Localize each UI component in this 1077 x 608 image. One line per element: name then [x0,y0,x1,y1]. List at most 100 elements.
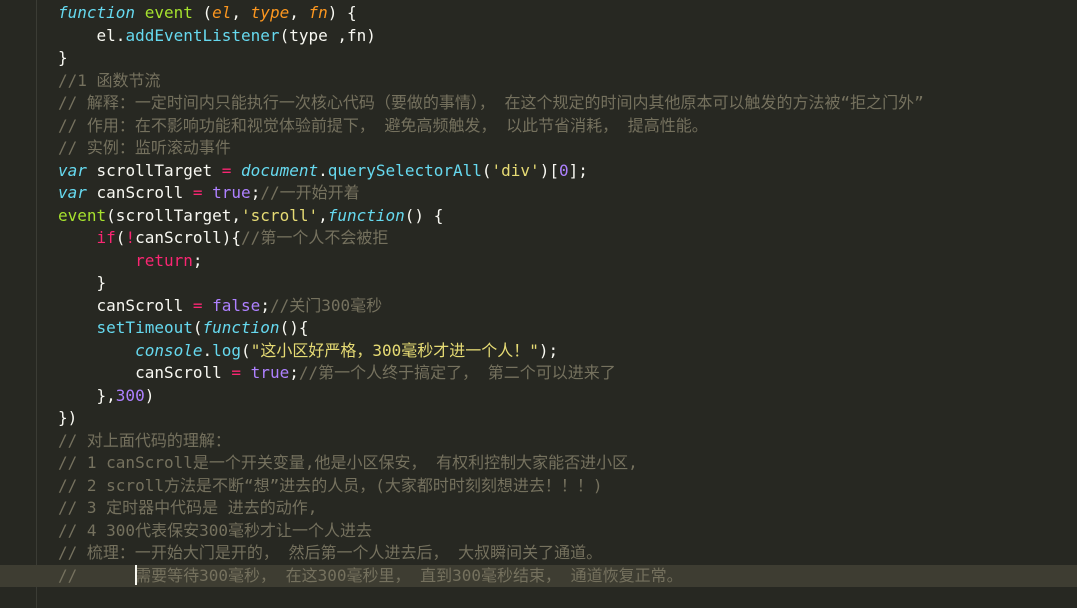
code-token: // 梳理：一开始大门是开的， 然后第一个人进去后， 大叔瞬间关了通道。 [58,543,603,562]
code-token: // 3 定时器中代码是 进去的动作, [58,498,318,517]
code-token: var [58,160,87,180]
code-token: addEventListener [125,25,280,45]
code-line[interactable]: // 2 scroll方法是不断“想”进去的人员，(大家都时时刻刻想进去！！！) [58,475,1077,498]
code-editor[interactable]: function event (el, type, fn) { el.addEv… [0,2,1077,587]
code-token: 0 [558,160,569,180]
code-line[interactable]: // 4 300代表保安300毫秒才让一个人进去 [58,520,1077,543]
code-token: (type ,fn) [279,25,376,45]
text-cursor [135,565,138,585]
code-line[interactable]: var scrollTarget = document.querySelecto… [58,160,1077,183]
code-line[interactable]: // 解释：一定时间内只能执行一次核心代码（要做的事情）， 在这个规定的时间内其… [58,92,1077,115]
code-token: (scrollTarget, [106,205,242,225]
code-line[interactable]: function event (el, type, fn) { [58,2,1077,25]
code-token: if [96,228,116,247]
code-line[interactable]: },300) [58,385,1077,408]
code-token: //关门300毫秒 [269,295,383,315]
code-token: 'scroll' [241,205,319,225]
code-token: //第一个人不会被拒 [241,228,389,247]
code-token: ); [538,340,559,360]
code-token: log [212,340,242,360]
code-token: }) [58,408,78,427]
code-token: // 作用：在不影响功能和视觉体验前提下， 避免高频触发， 以此节省消耗， 提高… [58,115,708,135]
code-token: ; [289,363,299,382]
code-token: type [250,3,290,22]
code-token: var [58,183,87,202]
code-line[interactable]: // 3 定时器中代码是 进去的动作, [58,497,1077,520]
code-token: el. [58,25,126,45]
code-token: true [212,183,251,202]
code-token: scrollTarget [86,160,222,180]
code-token: function [58,3,136,22]
code-token: function [202,318,280,337]
code-line[interactable]: // 实例：监听滚动事件 [58,137,1077,160]
code-line[interactable]: // 1 canScroll是一个开关变量,他是小区保安， 有权利控制大家能否进… [58,452,1077,475]
code-token: // [58,565,136,585]
code-token: . [318,160,328,180]
code-token: //一开始开着 [260,183,360,202]
code-line[interactable]: event(scrollTarget,'scroll',function() { [58,205,1077,228]
code-line[interactable]: // 需要等待300毫秒， 在这300毫秒里， 直到300毫秒结束， 通道恢复正… [0,564,1077,587]
code-token: // 4 300代表保安300毫秒才让一个人进去 [58,520,372,540]
code-token: // 2 scroll方法是不断“想”进去的人员，(大家都时时刻刻想进去！！！) [58,475,603,495]
code-token: 300 [115,385,145,405]
code-line[interactable]: // 梳理：一开始大门是开的， 然后第一个人进去后， 大叔瞬间关了通道。 [58,542,1077,565]
code-token: } [58,48,68,67]
code-token: , [289,3,309,22]
code-token: //第一个人终于搞定了， 第二个可以进来了 [298,363,616,382]
code-token: event [144,3,193,22]
code-line[interactable]: canScroll = false;//关门300毫秒 [58,295,1077,318]
code-line[interactable]: }) [58,407,1077,430]
code-token: // 实例：监听滚动事件 [58,138,231,157]
code-token: // 对上面代码的理解： [58,430,231,450]
code-token: false [212,295,261,315]
code-line[interactable]: canScroll = true;//第一个人终于搞定了， 第二个可以进来了 [58,362,1077,385]
code-token: // 解释：一定时间内只能执行一次核心代码（要做的事情）， 在这个规定的时间内其… [58,93,924,112]
code-line[interactable]: console.log("这小区好严格，300毫秒才进一个人！"); [58,340,1077,363]
code-token: true [250,363,290,382]
code-token: console [135,340,203,360]
code-line[interactable]: var canScroll = true;//一开始开着 [58,182,1077,205]
code-token: ; [260,295,270,315]
code-token: //1 函数节流 [58,70,161,90]
code-line[interactable]: } [58,47,1077,70]
code-token: function [327,205,405,225]
code-token: return [135,250,193,270]
code-token: canScroll [86,183,193,202]
code-token: = [192,183,203,202]
code-token: ! [125,228,136,247]
code-token: // 1 canScroll是一个开关变量,他是小区保安， 有权利控制大家能否进… [58,453,638,472]
code-token: = [231,363,242,382]
code-token: }, [58,385,116,405]
code-token: ( [192,318,203,337]
code-token: ( [481,160,492,180]
code-token: = [192,295,203,315]
code-line[interactable]: return; [58,250,1077,273]
code-token: 'div' [491,160,540,180]
code-token: ( [115,228,126,247]
code-line[interactable]: } [58,272,1077,295]
code-token: event [58,205,107,225]
code-token: ( [241,340,251,360]
code-token: (){ [279,318,309,337]
code-line[interactable]: //1 函数节流 [58,70,1077,93]
code-line[interactable]: // 对上面代码的理解： [58,430,1077,453]
code-token: setTimeout [96,318,193,337]
code-token: canScroll [58,363,232,382]
code-line[interactable]: // 作用：在不影响功能和视觉体验前提下， 避免高频触发， 以此节省消耗， 提高… [58,115,1077,138]
code-token: ) { [327,3,357,22]
code-token: ]; [568,160,588,180]
code-token: "这小区好严格，300毫秒才进一个人！" [250,340,539,360]
code-token: ) [144,385,155,405]
code-token: fn [308,3,328,22]
code-token: canScroll [58,295,193,315]
code-line[interactable]: setTimeout(function(){ [58,317,1077,340]
code-line[interactable]: if(!canScroll){//第一个人不会被拒 [58,227,1077,250]
code-line[interactable]: el.addEventListener(type ,fn) [58,25,1077,48]
